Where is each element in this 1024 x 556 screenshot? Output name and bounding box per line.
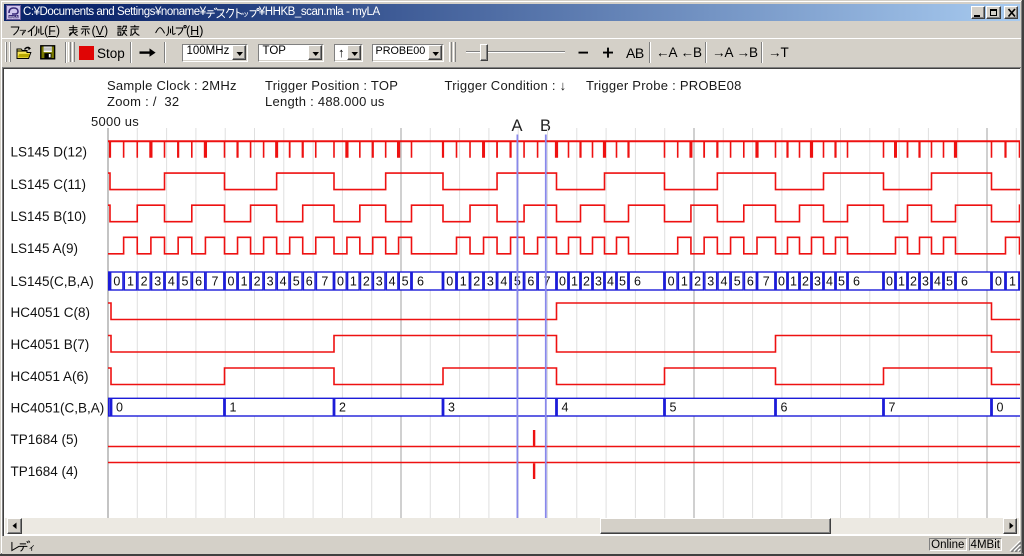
svg-text:LS145 D(12): LS145 D(12) (10, 144, 87, 159)
svg-text:TP1684 (4): TP1684 (4) (10, 463, 78, 478)
svg-text:0: 0 (227, 274, 234, 288)
svg-text:1: 1 (1009, 274, 1016, 288)
svg-text:2: 2 (802, 274, 809, 288)
svg-text:6: 6 (305, 274, 312, 288)
svg-text:5: 5 (838, 274, 845, 288)
svg-text:HC4051(C,B,A): HC4051(C,B,A) (10, 400, 104, 415)
svg-text:7: 7 (211, 274, 218, 288)
svg-text:2: 2 (583, 274, 590, 288)
svg-text:HC4051 A(6): HC4051 A(6) (10, 369, 88, 384)
svg-text:3: 3 (266, 274, 273, 288)
svg-text:LS145 C(11): LS145 C(11) (10, 176, 86, 191)
svg-text:3: 3 (922, 274, 929, 288)
svg-text:LS145 A(9): LS145 A(9) (10, 240, 78, 255)
svg-text:3: 3 (814, 274, 821, 288)
svg-text:TP1684 (5): TP1684 (5) (10, 431, 78, 446)
svg-text:3: 3 (486, 274, 493, 288)
svg-text:0: 0 (886, 274, 893, 288)
svg-text:0: 0 (778, 274, 785, 288)
svg-text:0: 0 (113, 274, 120, 288)
svg-text:1: 1 (229, 400, 236, 414)
svg-text:5: 5 (619, 274, 626, 288)
svg-text:HC4051 B(7): HC4051 B(7) (10, 337, 89, 352)
svg-text:1: 1 (680, 274, 687, 288)
svg-text:3: 3 (595, 274, 602, 288)
svg-text:6: 6 (746, 274, 753, 288)
svg-text:5: 5 (401, 274, 408, 288)
svg-text:4: 4 (279, 274, 286, 288)
svg-text:6: 6 (853, 274, 860, 288)
svg-text:2: 2 (362, 274, 369, 288)
svg-text:4: 4 (561, 400, 568, 414)
svg-text:4: 4 (720, 274, 727, 288)
svg-text:0: 0 (559, 274, 566, 288)
svg-text:1: 1 (240, 274, 247, 288)
svg-text:3: 3 (375, 274, 382, 288)
svg-text:0: 0 (996, 400, 1003, 414)
svg-text:0: 0 (995, 274, 1002, 288)
svg-text:7: 7 (543, 274, 550, 288)
svg-text:HC4051 C(8): HC4051 C(8) (10, 305, 90, 320)
svg-text:7: 7 (888, 400, 895, 414)
svg-text:6: 6 (634, 274, 641, 288)
svg-text:LS145(C,B,A): LS145(C,B,A) (10, 273, 93, 288)
svg-text:3: 3 (154, 274, 161, 288)
svg-text:4: 4 (500, 274, 507, 288)
svg-text:6: 6 (527, 274, 534, 288)
svg-text:5: 5 (733, 274, 740, 288)
svg-text:2: 2 (473, 274, 480, 288)
svg-text:6: 6 (417, 274, 424, 288)
svg-text:4: 4 (607, 274, 614, 288)
svg-text:1: 1 (459, 274, 466, 288)
svg-text:0: 0 (336, 274, 343, 288)
svg-text:1: 1 (790, 274, 797, 288)
svg-text:1: 1 (126, 274, 133, 288)
svg-text:0: 0 (446, 274, 453, 288)
svg-text:5: 5 (946, 274, 953, 288)
svg-text:0: 0 (116, 400, 123, 414)
svg-text:3: 3 (707, 274, 714, 288)
svg-text:2: 2 (910, 274, 917, 288)
svg-text:3: 3 (448, 400, 455, 414)
svg-text:1: 1 (898, 274, 905, 288)
svg-text:LS145 B(10): LS145 B(10) (10, 208, 86, 223)
svg-text:4: 4 (826, 274, 833, 288)
svg-text:4: 4 (167, 274, 174, 288)
svg-text:5: 5 (181, 274, 188, 288)
svg-text:7: 7 (762, 274, 769, 288)
svg-text:2: 2 (694, 274, 701, 288)
svg-text:5: 5 (292, 274, 299, 288)
svg-text:2: 2 (253, 274, 260, 288)
svg-text:1: 1 (349, 274, 356, 288)
svg-text:6: 6 (195, 274, 202, 288)
svg-text:1: 1 (571, 274, 578, 288)
svg-text:2: 2 (339, 400, 346, 414)
svg-text:7: 7 (321, 274, 328, 288)
svg-text:4: 4 (934, 274, 941, 288)
svg-text:5: 5 (669, 400, 676, 414)
svg-text:myLA: myLA (9, 15, 18, 19)
svg-text:4: 4 (388, 274, 395, 288)
svg-text:6: 6 (961, 274, 968, 288)
svg-text:0: 0 (667, 274, 674, 288)
svg-text:6: 6 (780, 400, 787, 414)
svg-text:2: 2 (140, 274, 147, 288)
